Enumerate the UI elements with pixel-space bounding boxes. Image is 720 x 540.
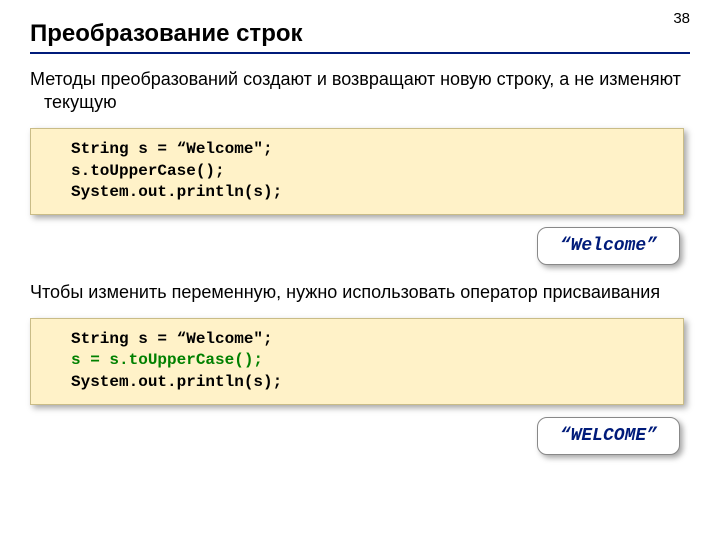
paragraph-2: Чтобы изменить переменную, нужно использ… [30, 281, 690, 304]
output-box-1: “Welcome” [537, 227, 680, 265]
slide-body: Преобразование строк Методы преобразован… [0, 0, 720, 455]
code1-line1: String s = “Welcome"; [71, 140, 273, 158]
code-block-2: String s = “Welcome"; s = s.toUpperCase(… [30, 318, 684, 405]
slide-title: Преобразование строк [30, 20, 690, 48]
code-block-1: String s = “Welcome"; s.toUpperCase(); S… [30, 128, 684, 215]
paragraph-2-text: Чтобы изменить переменную, нужно использ… [30, 281, 690, 304]
code1-line2: s.toUpperCase(); [71, 162, 225, 180]
output-row-2: “WELCOME” [30, 417, 690, 455]
output-row-1: “Welcome” [30, 227, 690, 265]
code2-line1: String s = “Welcome"; [71, 330, 273, 348]
title-underline [30, 52, 690, 54]
code2-line3: System.out.println(s); [71, 373, 282, 391]
code2-line2: s = s.toUpperCase(); [71, 351, 263, 369]
code1-line3: System.out.println(s); [71, 183, 282, 201]
output-box-2: “WELCOME” [537, 417, 680, 455]
paragraph-1-text: Методы преобразований создают и возвраща… [30, 68, 690, 114]
paragraph-1: Методы преобразований создают и возвраща… [30, 68, 690, 114]
page-number: 38 [673, 10, 690, 27]
